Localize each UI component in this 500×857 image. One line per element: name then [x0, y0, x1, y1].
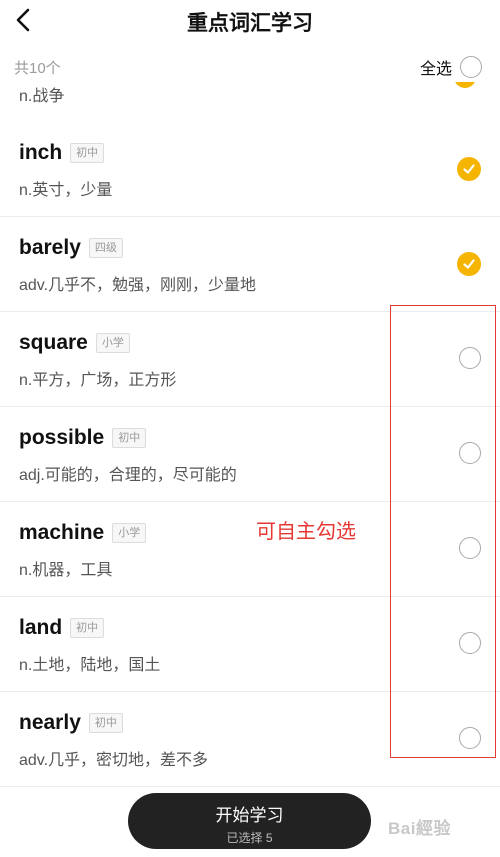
- level-badge: 初中: [88, 713, 123, 733]
- level-badge: 初中: [112, 428, 147, 448]
- total-count: 共10个: [14, 60, 61, 77]
- select-all-checkbox-icon[interactable]: [460, 56, 482, 78]
- unchecked-circle-icon[interactable]: [459, 347, 481, 369]
- word-text: machine: [19, 521, 105, 544]
- word-meaning: n.战争: [19, 88, 65, 105]
- word-line: nearly 初中: [19, 711, 123, 735]
- word-list: inch 初中 n.英寸，少量 barely 四级 adv.几乎不，勉强，刚刚，少量地 sq…: [0, 122, 500, 787]
- list-toolbar: 共10个 全选: [0, 46, 500, 86]
- level-badge: 初中: [70, 143, 105, 163]
- word-text: square: [19, 331, 88, 354]
- word-text: possible: [19, 426, 105, 449]
- word-meaning: n.土地，陆地，国土: [19, 657, 161, 674]
- select-all-label: 全选: [419, 61, 452, 78]
- list-item[interactable]: square 小学 n.平方，广场，正方形: [0, 312, 500, 407]
- selected-count-label: 已选择 5: [226, 831, 273, 845]
- level-badge: 小学: [95, 333, 130, 353]
- annotation-text: 可自主勾选: [256, 521, 356, 543]
- word-line: square 小学: [19, 331, 130, 355]
- word-line: machine 小学: [19, 521, 147, 545]
- start-learning-button[interactable]: 开始学习 已选择 5: [128, 793, 371, 849]
- level-badge: 小学: [112, 523, 147, 543]
- unchecked-circle-icon[interactable]: [459, 442, 481, 464]
- word-line: land 初中: [19, 616, 105, 640]
- word-line: possible 初中: [19, 426, 147, 450]
- list-item[interactable]: nearly 初中 adv.几乎，密切地，差不多: [0, 692, 500, 787]
- level-badge: 四级: [88, 238, 123, 258]
- unchecked-circle-icon[interactable]: [459, 727, 481, 749]
- top-bar: 重点词汇学习: [0, 0, 500, 46]
- list-item[interactable]: possible 初中 adj.可能的，合理的，尽可能的: [0, 407, 500, 502]
- list-item[interactable]: barely 四级 adv.几乎不，勉强，刚刚，少量地: [0, 217, 500, 312]
- start-button-label: 开始学习: [215, 806, 284, 825]
- word-meaning: n.机器，工具: [19, 562, 113, 579]
- word-text: nearly: [19, 711, 81, 734]
- word-meaning: n.平方，广场，正方形: [19, 372, 177, 389]
- checked-icon[interactable]: [457, 252, 481, 276]
- word-meaning: adv.几乎不，勉强，刚刚，少量地: [19, 277, 257, 294]
- checked-icon[interactable]: [454, 82, 476, 88]
- word-line: barely 四级: [19, 236, 123, 260]
- word-meaning: adj.可能的，合理的，尽可能的: [19, 467, 237, 484]
- word-text: barely: [19, 236, 81, 259]
- unchecked-circle-icon[interactable]: [459, 537, 481, 559]
- level-badge: 初中: [70, 618, 105, 638]
- checked-icon[interactable]: [457, 157, 481, 181]
- page-title: 重点词汇学习: [187, 12, 313, 35]
- word-meaning: adv.几乎，密切地，差不多: [19, 752, 209, 769]
- list-item[interactable]: land 初中 n.土地，陆地，国土: [0, 597, 500, 692]
- list-item-partial[interactable]: n.战争: [0, 82, 500, 123]
- baidu-watermark-logo: Bai經验: [388, 819, 451, 838]
- word-meaning: n.英寸，少量: [19, 182, 113, 199]
- word-text: land: [19, 616, 63, 639]
- word-line: inch 初中: [19, 141, 105, 165]
- word-text: inch: [19, 141, 63, 164]
- unchecked-circle-icon[interactable]: [459, 632, 481, 654]
- list-item[interactable]: inch 初中 n.英寸，少量: [0, 122, 500, 217]
- list-item[interactable]: machine 小学 n.机器，工具: [0, 502, 500, 597]
- select-all-toggle[interactable]: 全选: [420, 54, 482, 80]
